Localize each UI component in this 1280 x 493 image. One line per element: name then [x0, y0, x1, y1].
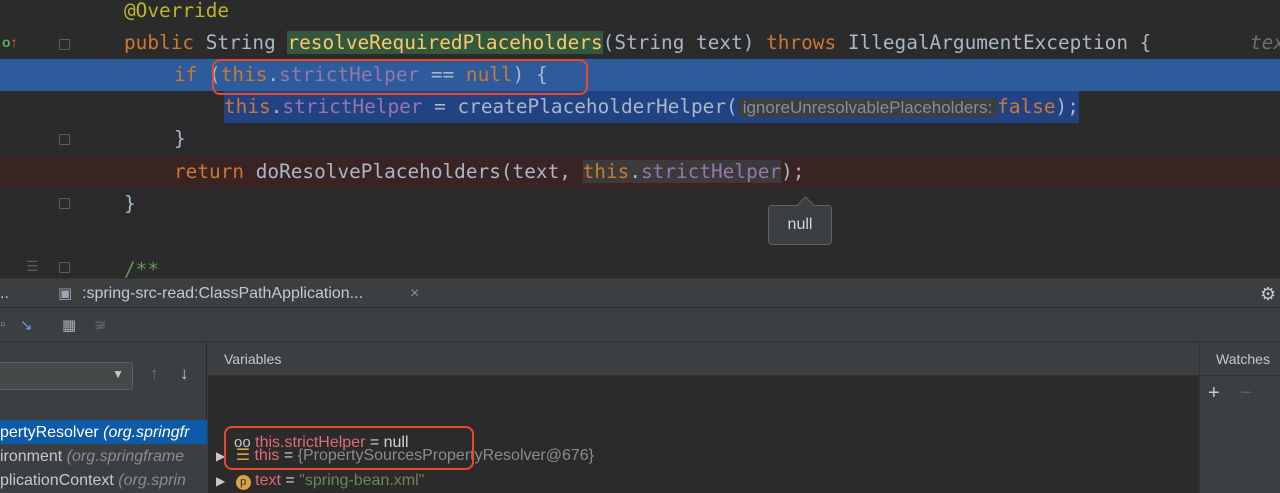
code-line[interactable]: } [0, 188, 1280, 220]
watches-pane: Watches + − [1199, 342, 1280, 493]
frame-method: plicationContext [0, 472, 114, 489]
params-token: (String text) [602, 31, 767, 54]
brace-token: } [124, 192, 136, 215]
keyword-token: if [174, 63, 198, 86]
parameter-icon: p [235, 475, 251, 490]
type-token: String [194, 31, 288, 54]
variable-name: text [255, 472, 281, 489]
keyword-token: null [465, 63, 513, 86]
parameter-hint: ignoreUnresolvablePlaceholders: [737, 98, 998, 117]
paren-token: ) { [512, 63, 548, 86]
value-tooltip: null [768, 205, 832, 245]
trace-icon[interactable]: ≆ [94, 316, 107, 334]
frame-package: (org.sprin [113, 472, 186, 489]
frame-method: pertyResolver [0, 424, 99, 441]
frame-item[interactable]: ironment (org.springframe [0, 444, 207, 469]
field-token: strictHelper [282, 95, 423, 118]
equals-sign: = [365, 434, 384, 451]
frame-item-selected[interactable]: pertyResolver (org.springfr [0, 420, 207, 445]
method-name: resolveRequiredPlaceholders [287, 31, 603, 54]
semicolon-token: ); [1055, 95, 1079, 118]
code-line[interactable]: public String resolveRequiredPlaceholder… [0, 27, 1280, 59]
thread-dropdown[interactable]: ▼ [0, 362, 133, 390]
frame-up-icon[interactable]: ↑ [150, 364, 159, 384]
debug-toolbar: ▫ ↘ ▦ ≆ [0, 308, 1280, 342]
doc-comment-token: /** [124, 258, 160, 278]
debug-tab-bar: .. ▣ :spring-src-read:ClassPathApplicati… [0, 278, 1280, 308]
add-watch-icon[interactable]: + [1208, 382, 1220, 405]
frame-package: (org.springframe [62, 448, 185, 465]
frame-method: ironment [0, 448, 63, 465]
inline-hint-tail: tex [1250, 31, 1280, 54]
keyword-token: throws [766, 31, 837, 54]
return-statement: return doResolvePlaceholders(text, this.… [174, 156, 804, 188]
code-line[interactable]: this.strictHelper = createPlaceholderHel… [0, 91, 1280, 123]
dot-token: . [267, 63, 280, 86]
remove-watch-icon[interactable]: − [1240, 382, 1252, 405]
code-editor[interactable]: o↑ ☰ @Override public String resolveRequ… [0, 0, 1280, 278]
keyword-token: public [124, 31, 195, 54]
call-token: doResolvePlaceholders(text, [244, 160, 583, 183]
breakpoint-line[interactable]: return doResolvePlaceholders(text, this.… [0, 156, 1280, 188]
tab-debug-session[interactable]: :spring-src-read:ClassPathApplication... [82, 279, 363, 309]
frame-item[interactable]: plicationContext (org.sprin [0, 468, 207, 493]
watch-glasses-icon: oo [234, 434, 251, 451]
frame-package: (org.springfr [98, 424, 190, 441]
keyword-token: this [224, 95, 271, 118]
watch-variable-row[interactable]: oo this.strictHelper = null [234, 430, 409, 455]
keyword-token: return [174, 160, 245, 183]
variables-pane: Variables ▶ ☰ this = {PropertySourcesPro… [208, 342, 1199, 493]
frame-down-icon[interactable]: ↓ [180, 364, 189, 384]
step-icon[interactable]: ▫ [0, 316, 5, 333]
variable-name: this.strictHelper [255, 434, 366, 451]
step-into-cursor-icon[interactable]: ↘ [20, 316, 33, 334]
field-token: strictHelper [279, 63, 420, 86]
chevron-down-icon: ▼ [112, 367, 124, 381]
current-execution-line[interactable]: if (this.strictHelper == null) { [0, 59, 1280, 91]
variable-row[interactable]: ▶ p text = "spring-bean.xml" [216, 468, 424, 493]
expand-arrow-icon[interactable]: ▶ [216, 449, 225, 463]
if-statement: if (this.strictHelper == null) { [174, 59, 548, 91]
brace-token: } [174, 127, 186, 150]
code-line[interactable]: } [0, 123, 1280, 155]
semicolon-token: ); [781, 160, 805, 183]
expand-arrow-icon[interactable]: ▶ [216, 474, 225, 488]
debug-session-icon: ▣ [58, 285, 73, 302]
operator-token: == [419, 63, 466, 86]
dot-token: . [629, 160, 641, 183]
paren-token: ( [197, 63, 221, 86]
keyword-token: this [582, 160, 630, 183]
method-signature: public String resolveRequiredPlaceholder… [124, 27, 1151, 59]
equals-sign: = [280, 472, 300, 489]
call-token: = createPlaceholderHelper( [422, 95, 738, 118]
variable-value: "spring-bean.xml" [299, 472, 425, 489]
dot-token: . [270, 95, 283, 118]
annotation-token: @Override [124, 0, 230, 22]
variable-value: null [383, 434, 409, 451]
settings-gear-icon[interactable]: ⚙ [1260, 279, 1276, 309]
watches-header: Watches [1200, 342, 1280, 376]
tab-previous[interactable]: .. [0, 279, 9, 309]
keyword-token: this [220, 63, 268, 86]
code-line[interactable]: @Override [0, 0, 1280, 27]
exception-token: IllegalArgumentException { [836, 31, 1152, 54]
code-line[interactable]: /** [0, 254, 1280, 278]
variables-header: Variables [208, 342, 1199, 376]
keyword-token: false [997, 95, 1056, 118]
hovered-field-token[interactable]: strictHelper [641, 160, 781, 183]
tab-close-icon[interactable]: × [410, 279, 419, 309]
evaluate-table-icon[interactable]: ▦ [62, 316, 76, 334]
assignment-statement: this.strictHelper = createPlaceholderHel… [224, 91, 1079, 123]
